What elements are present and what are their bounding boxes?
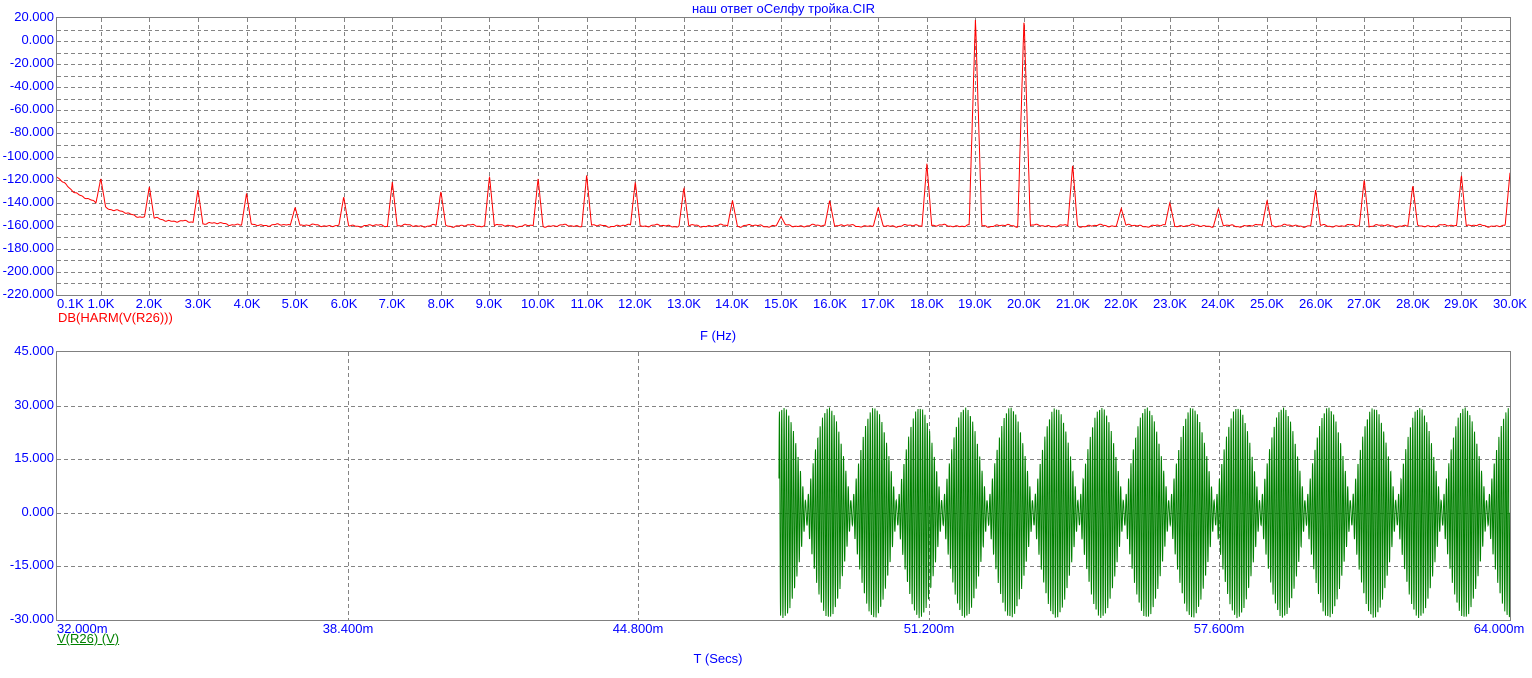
x-tick-label: 29.0K [1444,296,1478,311]
y-tick-label: 0.000 [21,504,54,519]
y-tick-label: -100.000 [2,148,54,163]
transient-plot-canvas [57,352,1510,620]
y-tick-label: -140.000 [2,194,54,209]
x-tick-label: 27.0K [1347,296,1381,311]
x-tick-label: 64.000m [1473,621,1525,636]
x-tick-label: 6.0K [330,296,358,311]
trace-path [778,407,1510,619]
x-tick-label: 25.0K [1250,296,1284,311]
x-tick-label: 16.0K [813,296,847,311]
trace-path [57,19,1510,228]
fft-x-axis-title: F (Hz) [699,328,737,343]
y-tick-label: -220.000 [2,286,54,301]
x-tick-label: 4.0K [233,296,261,311]
x-tick-label: 13.0K [667,296,701,311]
x-tick-label: 14.0K [715,296,749,311]
y-tick-label: -60.000 [9,101,54,116]
y-tick-label: -40.000 [9,78,54,93]
y-tick-label: -180.000 [2,240,54,255]
transient-plot-area[interactable] [56,351,1511,621]
y-tick-label: -120.000 [2,171,54,186]
x-tick-label: 28.0K [1396,296,1430,311]
x-tick-label: 57.600m [1193,621,1245,636]
y-tick-label: -30.000 [9,611,54,626]
y-tick-label: -20.000 [9,55,54,70]
y-tick-label: 30.000 [14,397,54,412]
y-tick-label: -15.000 [9,557,54,572]
page-title: наш ответ оСелфу тройка.CIR [691,1,875,16]
fft-plot-canvas [57,18,1510,295]
x-tick-label: 30.0K [1493,296,1527,311]
x-tick-label: 9.0K [475,296,503,311]
x-tick-label: 32.000m [57,621,108,636]
x-tick-label: 18.0K [910,296,944,311]
y-tick-label: -160.000 [2,217,54,232]
x-tick-label: 3.0K [184,296,212,311]
x-tick-label: 51.200m [903,621,955,636]
plot-window: наш ответ оСелфу тройка.CIR DB(HARM(V(R2… [0,0,1532,678]
transient-x-axis-title: T (Secs) [693,651,743,666]
x-tick-label: 5.0K [281,296,309,311]
y-tick-label: -200.000 [2,263,54,278]
x-tick-label: 23.0K [1153,296,1187,311]
x-tick-label: 17.0K [861,296,895,311]
x-tick-label: 15.0K [764,296,798,311]
fft-series-label[interactable]: DB(HARM(V(R26))) [58,311,173,325]
x-tick-label: 44.800m [612,621,664,636]
x-tick-label: 12.0K [618,296,652,311]
x-tick-label: 26.0K [1299,296,1333,311]
y-tick-label: 45.000 [14,343,54,358]
y-tick-label: 20.000 [14,9,54,24]
fft-plot-area[interactable] [56,17,1511,296]
x-tick-label: 24.0K [1201,296,1235,311]
y-tick-label: 0.000 [21,32,54,47]
x-tick-label: 22.0K [1104,296,1138,311]
x-tick-label: 20.0K [1007,296,1041,311]
x-tick-label: 1.0K [87,296,115,311]
x-tick-label: 7.0K [378,296,406,311]
x-tick-label: 0.1K [57,296,84,311]
x-tick-label: 2.0K [135,296,163,311]
x-tick-label: 10.0K [521,296,555,311]
x-tick-label: 21.0K [1056,296,1090,311]
y-tick-label: -80.000 [9,124,54,139]
y-tick-label: 15.000 [14,450,54,465]
x-tick-label: 19.0K [958,296,992,311]
x-tick-label: 38.400m [322,621,374,636]
x-tick-label: 11.0K [570,296,604,311]
x-tick-label: 8.0K [427,296,455,311]
